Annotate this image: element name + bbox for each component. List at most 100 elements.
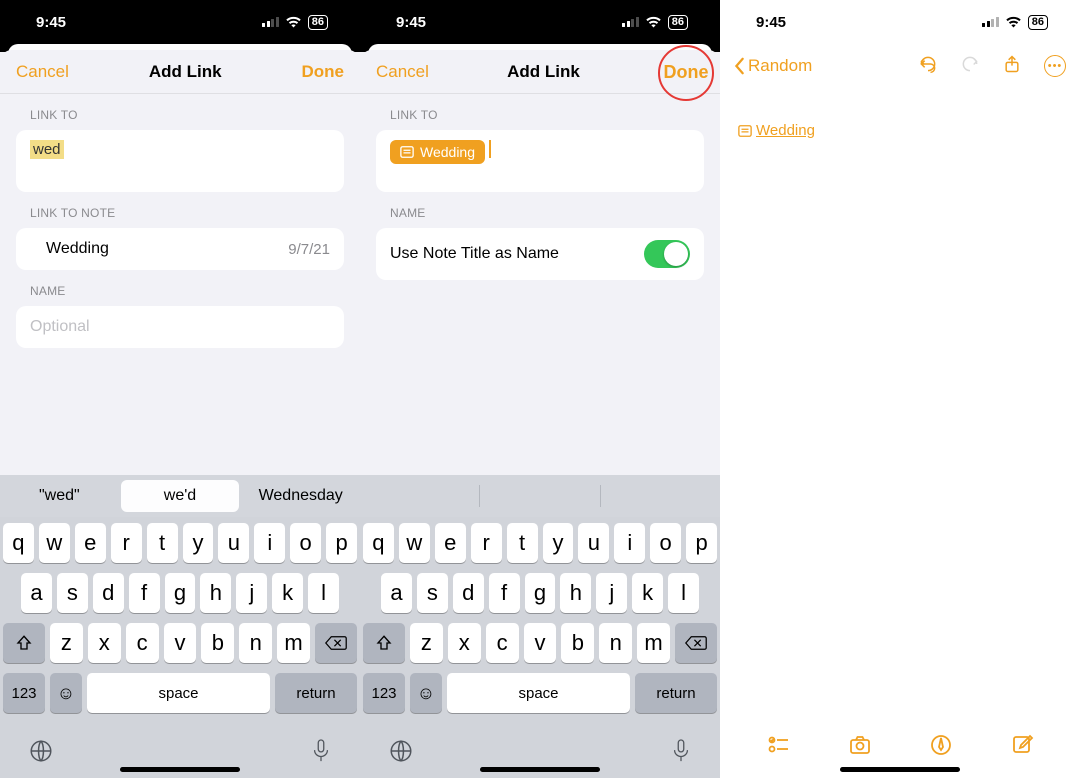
key-z[interactable]: z	[50, 623, 83, 663]
suggestion-3[interactable]: Wednesday	[241, 475, 360, 517]
suggestion-1[interactable]	[360, 475, 479, 517]
done-button[interactable]: Done	[663, 62, 708, 83]
key-g[interactable]: g	[165, 573, 196, 613]
delete-key[interactable]	[675, 623, 717, 663]
globe-icon[interactable]	[388, 738, 414, 769]
mic-icon[interactable]	[670, 738, 692, 769]
numbers-key[interactable]: 123	[3, 673, 45, 713]
key-u[interactable]: u	[578, 523, 609, 563]
linkto-input-card[interactable]: Wedding	[376, 130, 704, 192]
key-i[interactable]: i	[614, 523, 645, 563]
key-s[interactable]: s	[57, 573, 88, 613]
key-l[interactable]: l	[308, 573, 339, 613]
use-title-toggle[interactable]	[644, 240, 690, 268]
compose-icon[interactable]	[1010, 733, 1034, 762]
key-k[interactable]: k	[272, 573, 303, 613]
key-c[interactable]: c	[126, 623, 159, 663]
suggestion-3[interactable]	[601, 475, 720, 517]
key-m[interactable]: m	[277, 623, 310, 663]
key-y[interactable]: y	[183, 523, 214, 563]
linkto-input-card[interactable]: wed	[16, 130, 344, 192]
key-d[interactable]: d	[453, 573, 484, 613]
key-w[interactable]: w	[399, 523, 430, 563]
key-t[interactable]: t	[147, 523, 178, 563]
home-indicator[interactable]	[480, 767, 600, 772]
shift-key[interactable]	[363, 623, 405, 663]
share-icon[interactable]	[1002, 54, 1022, 79]
checklist-icon[interactable]	[767, 733, 791, 762]
key-r[interactable]: r	[111, 523, 142, 563]
key-v[interactable]: v	[524, 623, 557, 663]
key-l[interactable]: l	[668, 573, 699, 613]
key-u[interactable]: u	[218, 523, 249, 563]
home-indicator[interactable]	[120, 767, 240, 772]
key-s[interactable]: s	[417, 573, 448, 613]
markup-icon[interactable]	[929, 733, 953, 762]
key-z[interactable]: z	[410, 623, 443, 663]
key-g[interactable]: g	[525, 573, 556, 613]
key-t[interactable]: t	[507, 523, 538, 563]
return-key[interactable]: return	[275, 673, 357, 713]
key-b[interactable]: b	[561, 623, 594, 663]
cancel-button[interactable]: Cancel	[376, 62, 429, 82]
suggestion-2[interactable]	[480, 475, 599, 517]
note-suggestion-row[interactable]: Wedding 9/7/21	[16, 228, 344, 270]
name-input-card[interactable]: Optional	[16, 306, 344, 348]
key-x[interactable]: x	[448, 623, 481, 663]
key-y[interactable]: y	[543, 523, 574, 563]
done-button[interactable]: Done	[301, 62, 344, 82]
key-j[interactable]: j	[596, 573, 627, 613]
key-c[interactable]: c	[486, 623, 519, 663]
key-f[interactable]: f	[129, 573, 160, 613]
key-p[interactable]: p	[326, 523, 357, 563]
key-b[interactable]: b	[201, 623, 234, 663]
space-key[interactable]: space	[87, 673, 270, 713]
globe-icon[interactable]	[28, 738, 54, 769]
key-o[interactable]: o	[290, 523, 321, 563]
key-d[interactable]: d	[93, 573, 124, 613]
key-a[interactable]: a	[21, 573, 52, 613]
key-j[interactable]: j	[236, 573, 267, 613]
key-r[interactable]: r	[471, 523, 502, 563]
key-e[interactable]: e	[75, 523, 106, 563]
key-v[interactable]: v	[164, 623, 197, 663]
emoji-key[interactable]: ☺	[410, 673, 442, 713]
shift-key[interactable]	[3, 623, 45, 663]
cancel-button[interactable]: Cancel	[16, 62, 69, 82]
emoji-key[interactable]: ☺	[50, 673, 82, 713]
key-h[interactable]: h	[560, 573, 591, 613]
note-body[interactable]: Wedding	[720, 88, 1080, 148]
back-label: Random	[748, 56, 812, 76]
key-o[interactable]: o	[650, 523, 681, 563]
key-i[interactable]: i	[254, 523, 285, 563]
home-indicator[interactable]	[840, 767, 960, 772]
key-m[interactable]: m	[637, 623, 670, 663]
cellular-icon	[982, 17, 999, 27]
delete-key[interactable]	[315, 623, 357, 663]
return-key[interactable]: return	[635, 673, 717, 713]
numbers-key[interactable]: 123	[363, 673, 405, 713]
key-a[interactable]: a	[381, 573, 412, 613]
key-e[interactable]: e	[435, 523, 466, 563]
key-h[interactable]: h	[200, 573, 231, 613]
key-n[interactable]: n	[239, 623, 272, 663]
note-link[interactable]: Wedding	[738, 122, 815, 139]
linked-note-chip[interactable]: Wedding	[390, 140, 485, 164]
key-f[interactable]: f	[489, 573, 520, 613]
space-key[interactable]: space	[447, 673, 630, 713]
key-k[interactable]: k	[632, 573, 663, 613]
key-w[interactable]: w	[39, 523, 70, 563]
key-n[interactable]: n	[599, 623, 632, 663]
more-icon[interactable]: •••	[1044, 55, 1066, 77]
key-p[interactable]: p	[686, 523, 717, 563]
camera-icon[interactable]	[848, 733, 872, 762]
cellular-icon	[262, 17, 279, 27]
mic-icon[interactable]	[310, 738, 332, 769]
key-x[interactable]: x	[88, 623, 121, 663]
back-button[interactable]: Random	[734, 56, 812, 76]
suggestion-1[interactable]: "wed"	[0, 475, 119, 517]
suggestion-2[interactable]: we'd	[121, 480, 240, 512]
undo-icon[interactable]	[918, 54, 938, 79]
key-q[interactable]: q	[363, 523, 394, 563]
key-q[interactable]: q	[3, 523, 34, 563]
